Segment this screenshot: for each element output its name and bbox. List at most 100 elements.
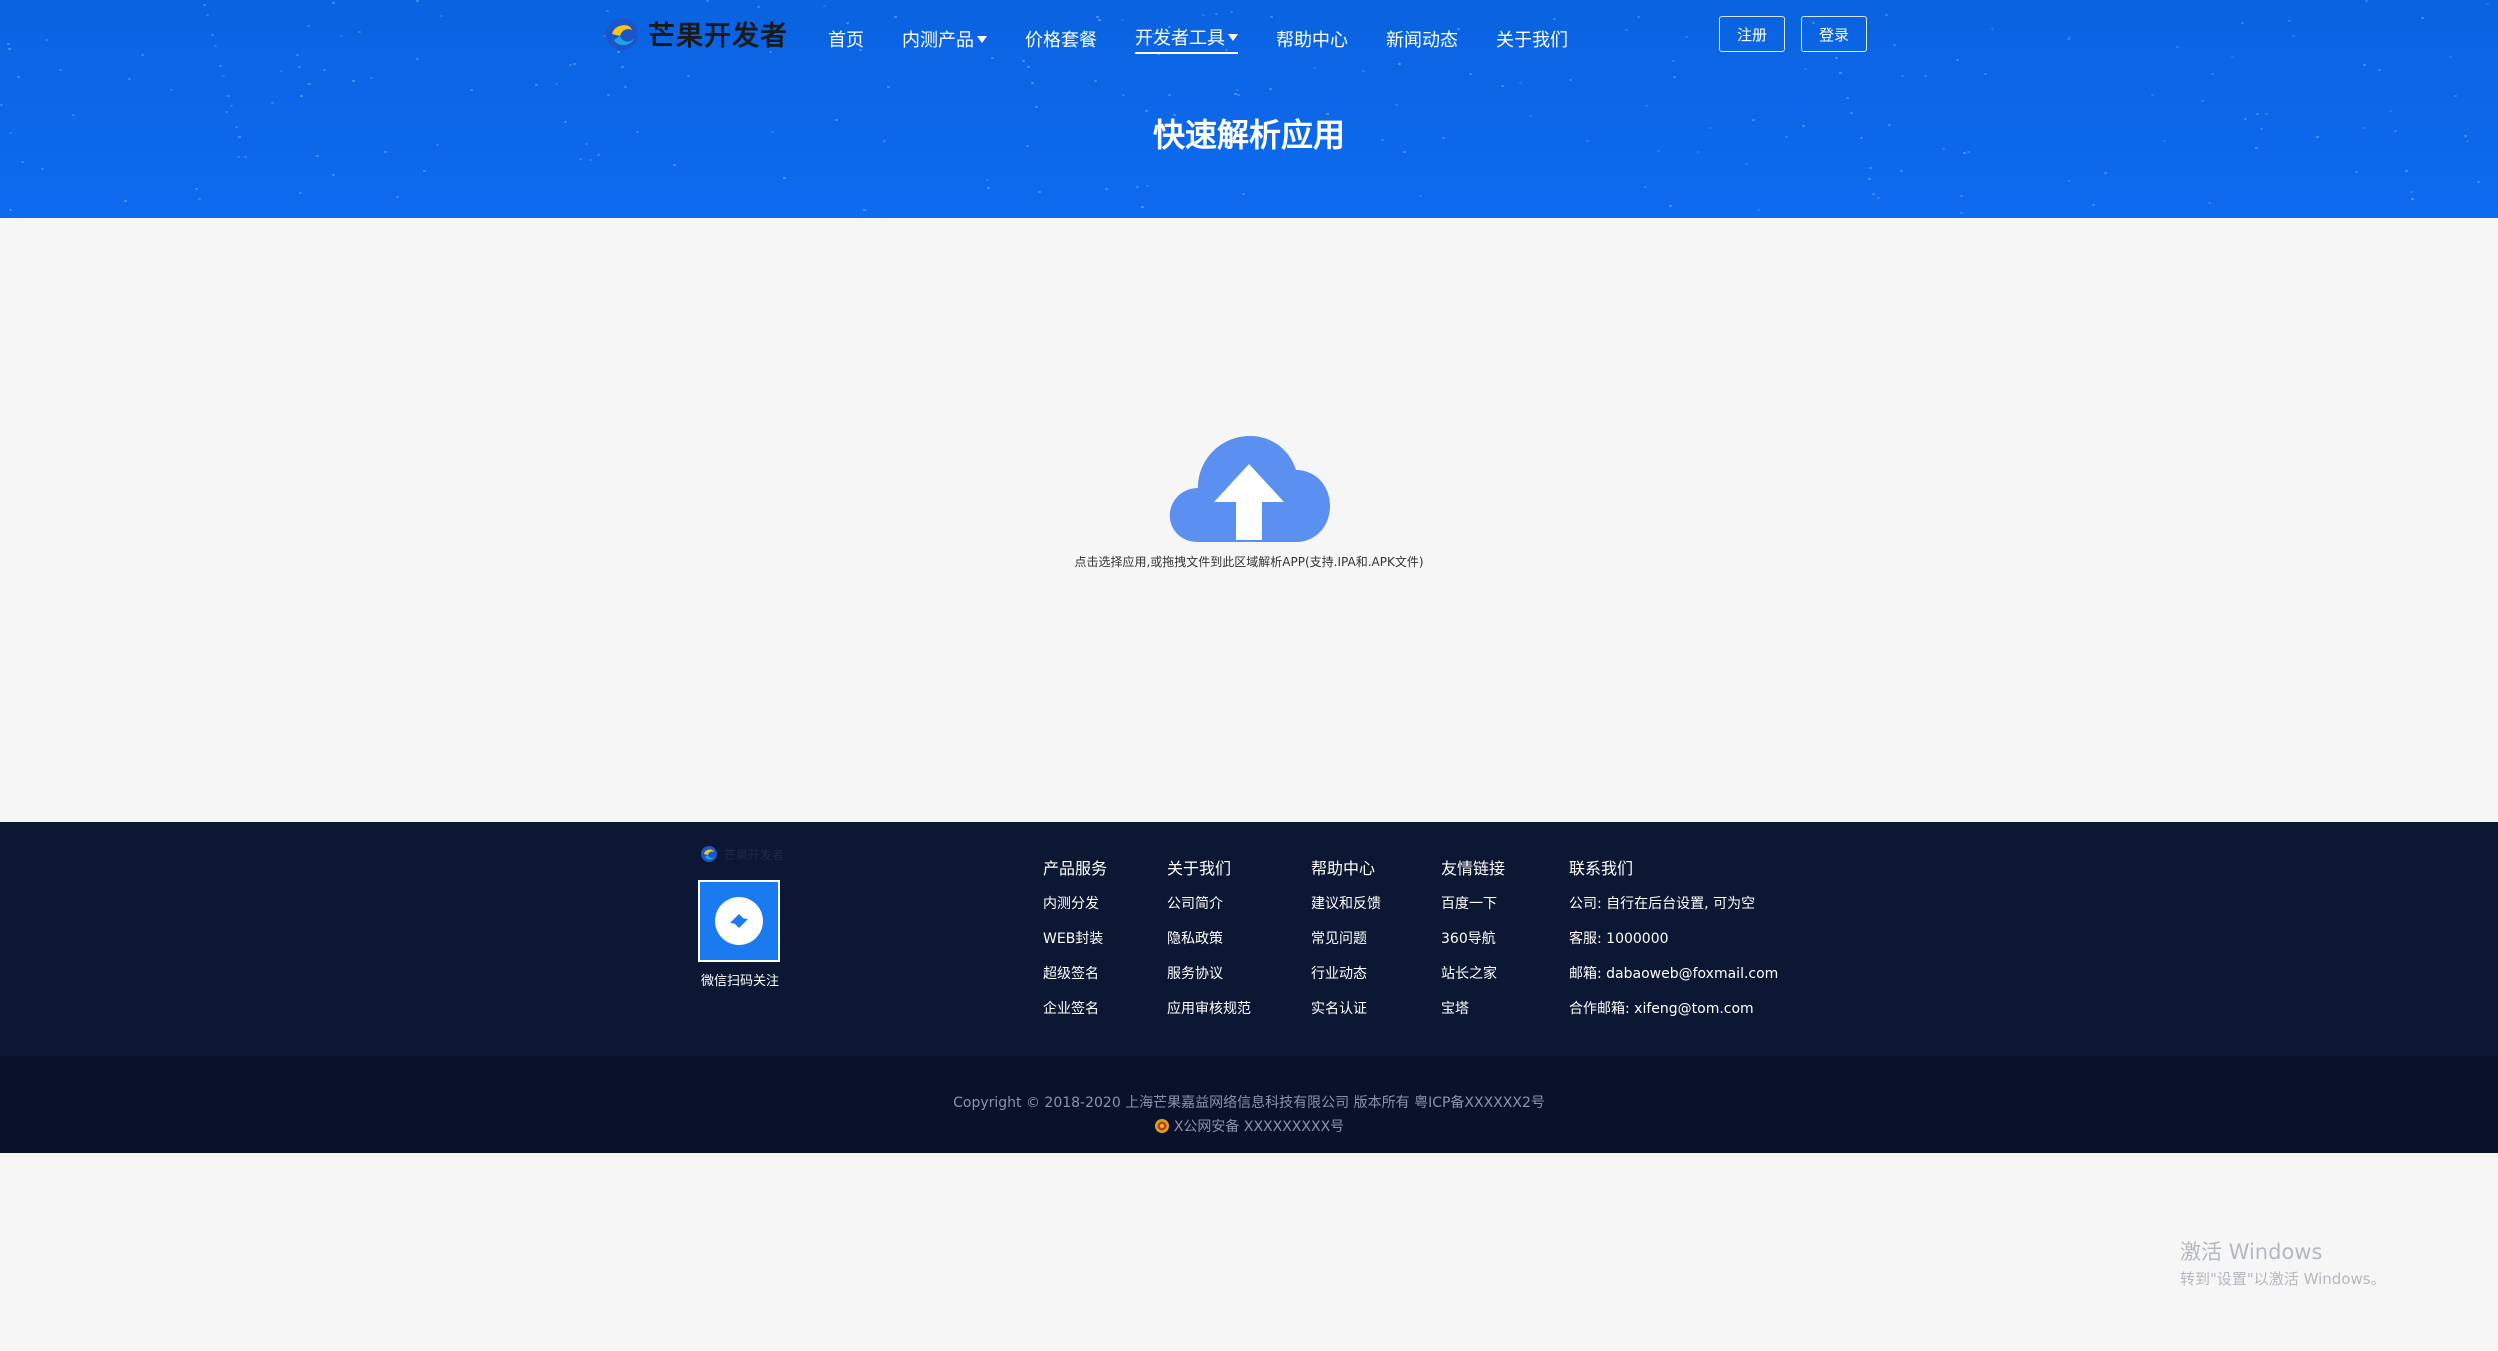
main-nav: 首页 内测产品 价格套餐 开发者工具 帮助中心 新闻动态 关于我们: [828, 24, 1606, 54]
star-speck: [332, 2, 335, 4]
star-speck: [271, 102, 274, 104]
nav-label: 开发者工具: [1135, 28, 1225, 49]
star-speck: [340, 35, 343, 37]
star-speck: [1362, 70, 1365, 72]
star-speck: [624, 86, 627, 88]
footer-link[interactable]: 超级签名: [1043, 964, 1107, 999]
cloud-upload-icon[interactable]: [1168, 434, 1330, 542]
nav-item-pricing[interactable]: 价格套餐: [1025, 24, 1097, 54]
star-speck: [227, 95, 230, 97]
police-record-text: X公网安备 XXXXXXXXX号: [1173, 1119, 1345, 1135]
star-speck: [2405, 170, 2408, 172]
star-speck: [1960, 195, 1963, 197]
star-speck: [1519, 82, 1522, 84]
star-speck: [1984, 73, 1987, 75]
footer-link[interactable]: 360导航: [1441, 929, 1505, 964]
nav-label: 内测产品: [902, 30, 974, 51]
star-speck: [9, 209, 12, 211]
star-speck: [219, 65, 222, 67]
star-speck: [606, 10, 609, 12]
star-speck: [1236, 89, 1239, 91]
star-speck: [1893, 44, 1896, 46]
star-speck: [987, 187, 990, 189]
footer-link[interactable]: 建议和反馈: [1311, 894, 1381, 929]
register-button[interactable]: 注册: [1719, 16, 1785, 52]
star-speck: [280, 70, 283, 72]
star-speck: [206, 14, 209, 16]
star-speck: [307, 25, 310, 27]
star-speck: [2477, 181, 2480, 183]
footer-link[interactable]: 百度一下: [1441, 894, 1505, 929]
star-speck: [323, 69, 326, 71]
star-speck: [1956, 59, 1959, 61]
star-speck: [1270, 16, 1273, 18]
star-speck: [296, 54, 299, 56]
nav-item-help[interactable]: 帮助中心: [1276, 24, 1348, 54]
star-speck: [579, 158, 582, 160]
star-speck: [1168, 94, 1171, 96]
footer-link[interactable]: 内测分发: [1043, 894, 1107, 929]
star-speck: [1146, 185, 1149, 187]
login-button[interactable]: 登录: [1801, 16, 1867, 52]
star-speck: [607, 94, 610, 96]
upload-hint: 点击选择应用,或拖拽文件到此区域解析APP(支持.IPA和.APK文件): [1074, 555, 1424, 569]
star-speck: [1122, 94, 1125, 96]
star-speck: [991, 57, 994, 59]
mango-logo-icon: [606, 17, 638, 50]
footer-col-friend-links: 友情链接 百度一下 360导航 站长之家 宝塔: [1441, 858, 1505, 1034]
star-speck: [1031, 82, 1034, 84]
star-speck: [1096, 16, 1099, 18]
footer-link[interactable]: 公司简介: [1167, 894, 1251, 929]
nav-item-news[interactable]: 新闻动态: [1386, 24, 1458, 54]
footer-link[interactable]: 隐私政策: [1167, 929, 1251, 964]
star-speck: [555, 83, 558, 85]
footer-link[interactable]: 常见问题: [1311, 929, 1381, 964]
star-speck: [1141, 206, 1144, 208]
nav-item-products[interactable]: 内测产品: [902, 24, 987, 54]
star-speck: [2241, 22, 2244, 24]
brand-logo[interactable]: 芒果开发者: [604, 14, 788, 53]
star-speck: [1637, 16, 1640, 18]
star-speck: [2292, 35, 2295, 37]
footer-link[interactable]: 站长之家: [1441, 964, 1505, 999]
police-record[interactable]: X公网安备 XXXXXXXXX号: [0, 1116, 2498, 1136]
contact-email[interactable]: 邮箱: dabaoweb@foxmail.com: [1569, 964, 1778, 999]
star-speck: [2067, 38, 2070, 40]
star-speck: [396, 196, 399, 198]
star-speck: [1901, 75, 1904, 77]
star-speck: [783, 177, 786, 179]
contact-partner-email[interactable]: 合作邮箱: xifeng@tom.com: [1569, 999, 1778, 1034]
footer-col-about: 关于我们 公司简介 隐私政策 服务协议 应用审核规范: [1167, 858, 1251, 1034]
footer-link[interactable]: 应用审核规范: [1167, 999, 1251, 1034]
star-speck: [1269, 88, 1272, 90]
star-speck: [1885, 14, 1888, 16]
watermark-subtitle: 转到"设置"以激活 Windows。: [2180, 1270, 2386, 1288]
star-speck: [621, 66, 624, 68]
star-speck: [1230, 11, 1233, 13]
footer-link[interactable]: 服务协议: [1167, 964, 1251, 999]
star-speck: [41, 168, 44, 170]
star-speck: [470, 89, 473, 91]
upload-dropzone[interactable]: 点击选择应用,或拖拽文件到此区域解析APP(支持.IPA和.APK文件): [0, 218, 2498, 822]
star-speck: [1237, 94, 1240, 96]
nav-item-dev-tools[interactable]: 开发者工具: [1135, 24, 1238, 54]
footer-link[interactable]: 实名认证: [1311, 999, 1381, 1034]
star-speck: [573, 63, 576, 65]
nav-item-about[interactable]: 关于我们: [1496, 24, 1568, 54]
footer-link[interactable]: 宝塔: [1441, 999, 1505, 1034]
footer-link[interactable]: 行业动态: [1311, 964, 1381, 999]
star-speck: [1242, 193, 1245, 195]
star-speck: [1313, 67, 1316, 69]
star-speck: [887, 86, 890, 88]
star-speck: [1877, 197, 1880, 199]
nav-label: 价格套餐: [1025, 30, 1097, 51]
star-speck: [1022, 60, 1025, 62]
nav-item-home[interactable]: 首页: [828, 24, 864, 54]
star-speck: [222, 75, 225, 77]
star-speck: [1835, 57, 1838, 59]
star-speck: [195, 188, 198, 190]
star-speck: [1569, 79, 1572, 81]
footer-link[interactable]: 企业签名: [1043, 999, 1107, 1034]
copyright-text: Copyright © 2018-2020 上海芒果嘉益网络信息科技有限公司 版…: [953, 1095, 1545, 1111]
footer-link[interactable]: WEB封装: [1043, 929, 1107, 964]
